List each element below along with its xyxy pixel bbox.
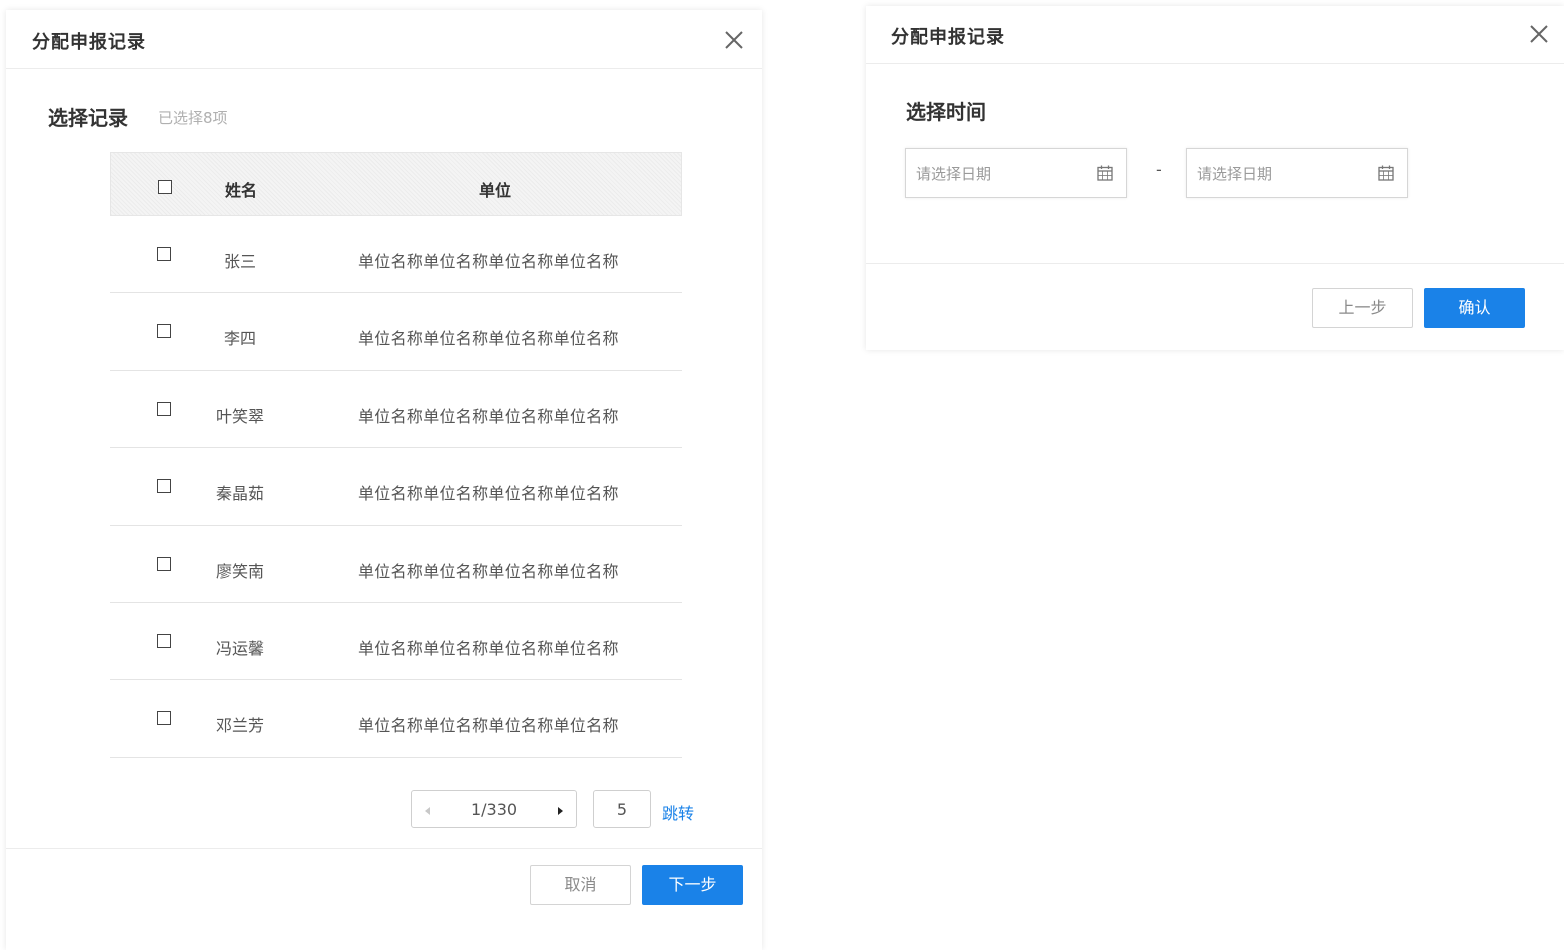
jump-link[interactable]: 跳转 [662,800,694,824]
section-title: 选择记录 [48,106,128,130]
table-row[interactable]: 邓兰芳 单位名称单位名称单位名称单位名称 [110,680,682,758]
start-date-input[interactable]: 请选择日期 [905,148,1127,198]
page-jump-input[interactable] [593,790,651,828]
time-select-dialog: 分配申报记录 选择时间 请选择日期 - 请选择日期 上一步 确认 [866,6,1564,350]
dialog-title: 分配申报记录 [891,27,1005,48]
row-checkbox[interactable] [157,324,171,339]
cell-unit: 单位名称单位名称单位名称单位名称 [358,716,619,736]
record-select-dialog: 分配申报记录 选择记录 已选择8项 姓名 单位 张三 单位名称单位名称单位名称单… [6,10,762,950]
selected-count: 已选择8项 [158,109,228,127]
page-indicator: 1/330 [470,800,518,819]
table-row[interactable]: 李四 单位名称单位名称单位名称单位名称 [110,293,682,371]
row-checkbox[interactable] [157,401,171,416]
end-date-placeholder: 请选择日期 [1197,165,1273,183]
cell-unit: 单位名称单位名称单位名称单位名称 [358,561,619,581]
triangle-right-icon[interactable] [556,803,566,817]
cell-unit: 单位名称单位名称单位名称单位名称 [358,638,619,658]
cell-unit: 单位名称单位名称单位名称单位名称 [358,406,619,426]
confirm-button[interactable]: 确认 [1424,288,1525,328]
calendar-icon[interactable] [1377,164,1395,182]
calendar-icon[interactable] [1096,164,1114,182]
table-row[interactable]: 廖笑南 单位名称单位名称单位名称单位名称 [110,526,682,603]
row-checkbox[interactable] [157,711,171,726]
cell-name: 邓兰芳 [215,716,264,736]
row-checkbox[interactable] [157,556,171,571]
cell-name: 冯运馨 [215,638,264,658]
cell-unit: 单位名称单位名称单位名称单位名称 [358,329,619,349]
cell-name: 廖笑南 [215,561,264,581]
row-checkbox[interactable] [157,633,171,648]
footer-divider [6,848,762,849]
cell-name: 叶笑翠 [215,406,264,426]
cancel-button[interactable]: 取消 [530,865,631,905]
dialog-title: 分配申报记录 [32,32,146,53]
pagination: 1/330 [411,790,577,828]
records-table: 姓名 单位 张三 单位名称单位名称单位名称单位名称 李四 单位名称单位名称单位名… [110,152,682,758]
cell-unit: 单位名称单位名称单位名称单位名称 [358,252,619,271]
column-header-unit: 单位 [479,181,512,200]
header-divider [866,63,1564,64]
section-title: 选择时间 [906,100,986,124]
row-checkbox[interactable] [157,247,171,261]
close-icon[interactable] [723,29,745,51]
table-row[interactable]: 秦晶茹 单位名称单位名称单位名称单位名称 [110,448,682,526]
table-header: 姓名 单位 [110,152,682,216]
row-checkbox[interactable] [157,479,171,494]
cell-name: 李四 [223,329,256,349]
date-range-separator: - [1156,160,1162,179]
footer-divider [866,263,1564,264]
next-step-button[interactable]: 下一步 [642,865,743,905]
table-row[interactable]: 叶笑翠 单位名称单位名称单位名称单位名称 [110,371,682,449]
table-row[interactable]: 张三 单位名称单位名称单位名称单位名称 [110,216,682,294]
cell-unit: 单位名称单位名称单位名称单位名称 [358,484,619,504]
end-date-input[interactable]: 请选择日期 [1186,148,1408,198]
column-header-name: 姓名 [225,181,258,200]
close-icon[interactable] [1528,23,1550,45]
cell-name: 张三 [223,252,256,271]
start-date-placeholder: 请选择日期 [916,165,992,183]
table-row[interactable]: 冯运馨 单位名称单位名称单位名称单位名称 [110,603,682,681]
cell-name: 秦晶茹 [215,484,264,504]
prev-step-button[interactable]: 上一步 [1312,288,1413,328]
header-divider [6,68,762,69]
select-all-checkbox[interactable] [158,180,172,194]
